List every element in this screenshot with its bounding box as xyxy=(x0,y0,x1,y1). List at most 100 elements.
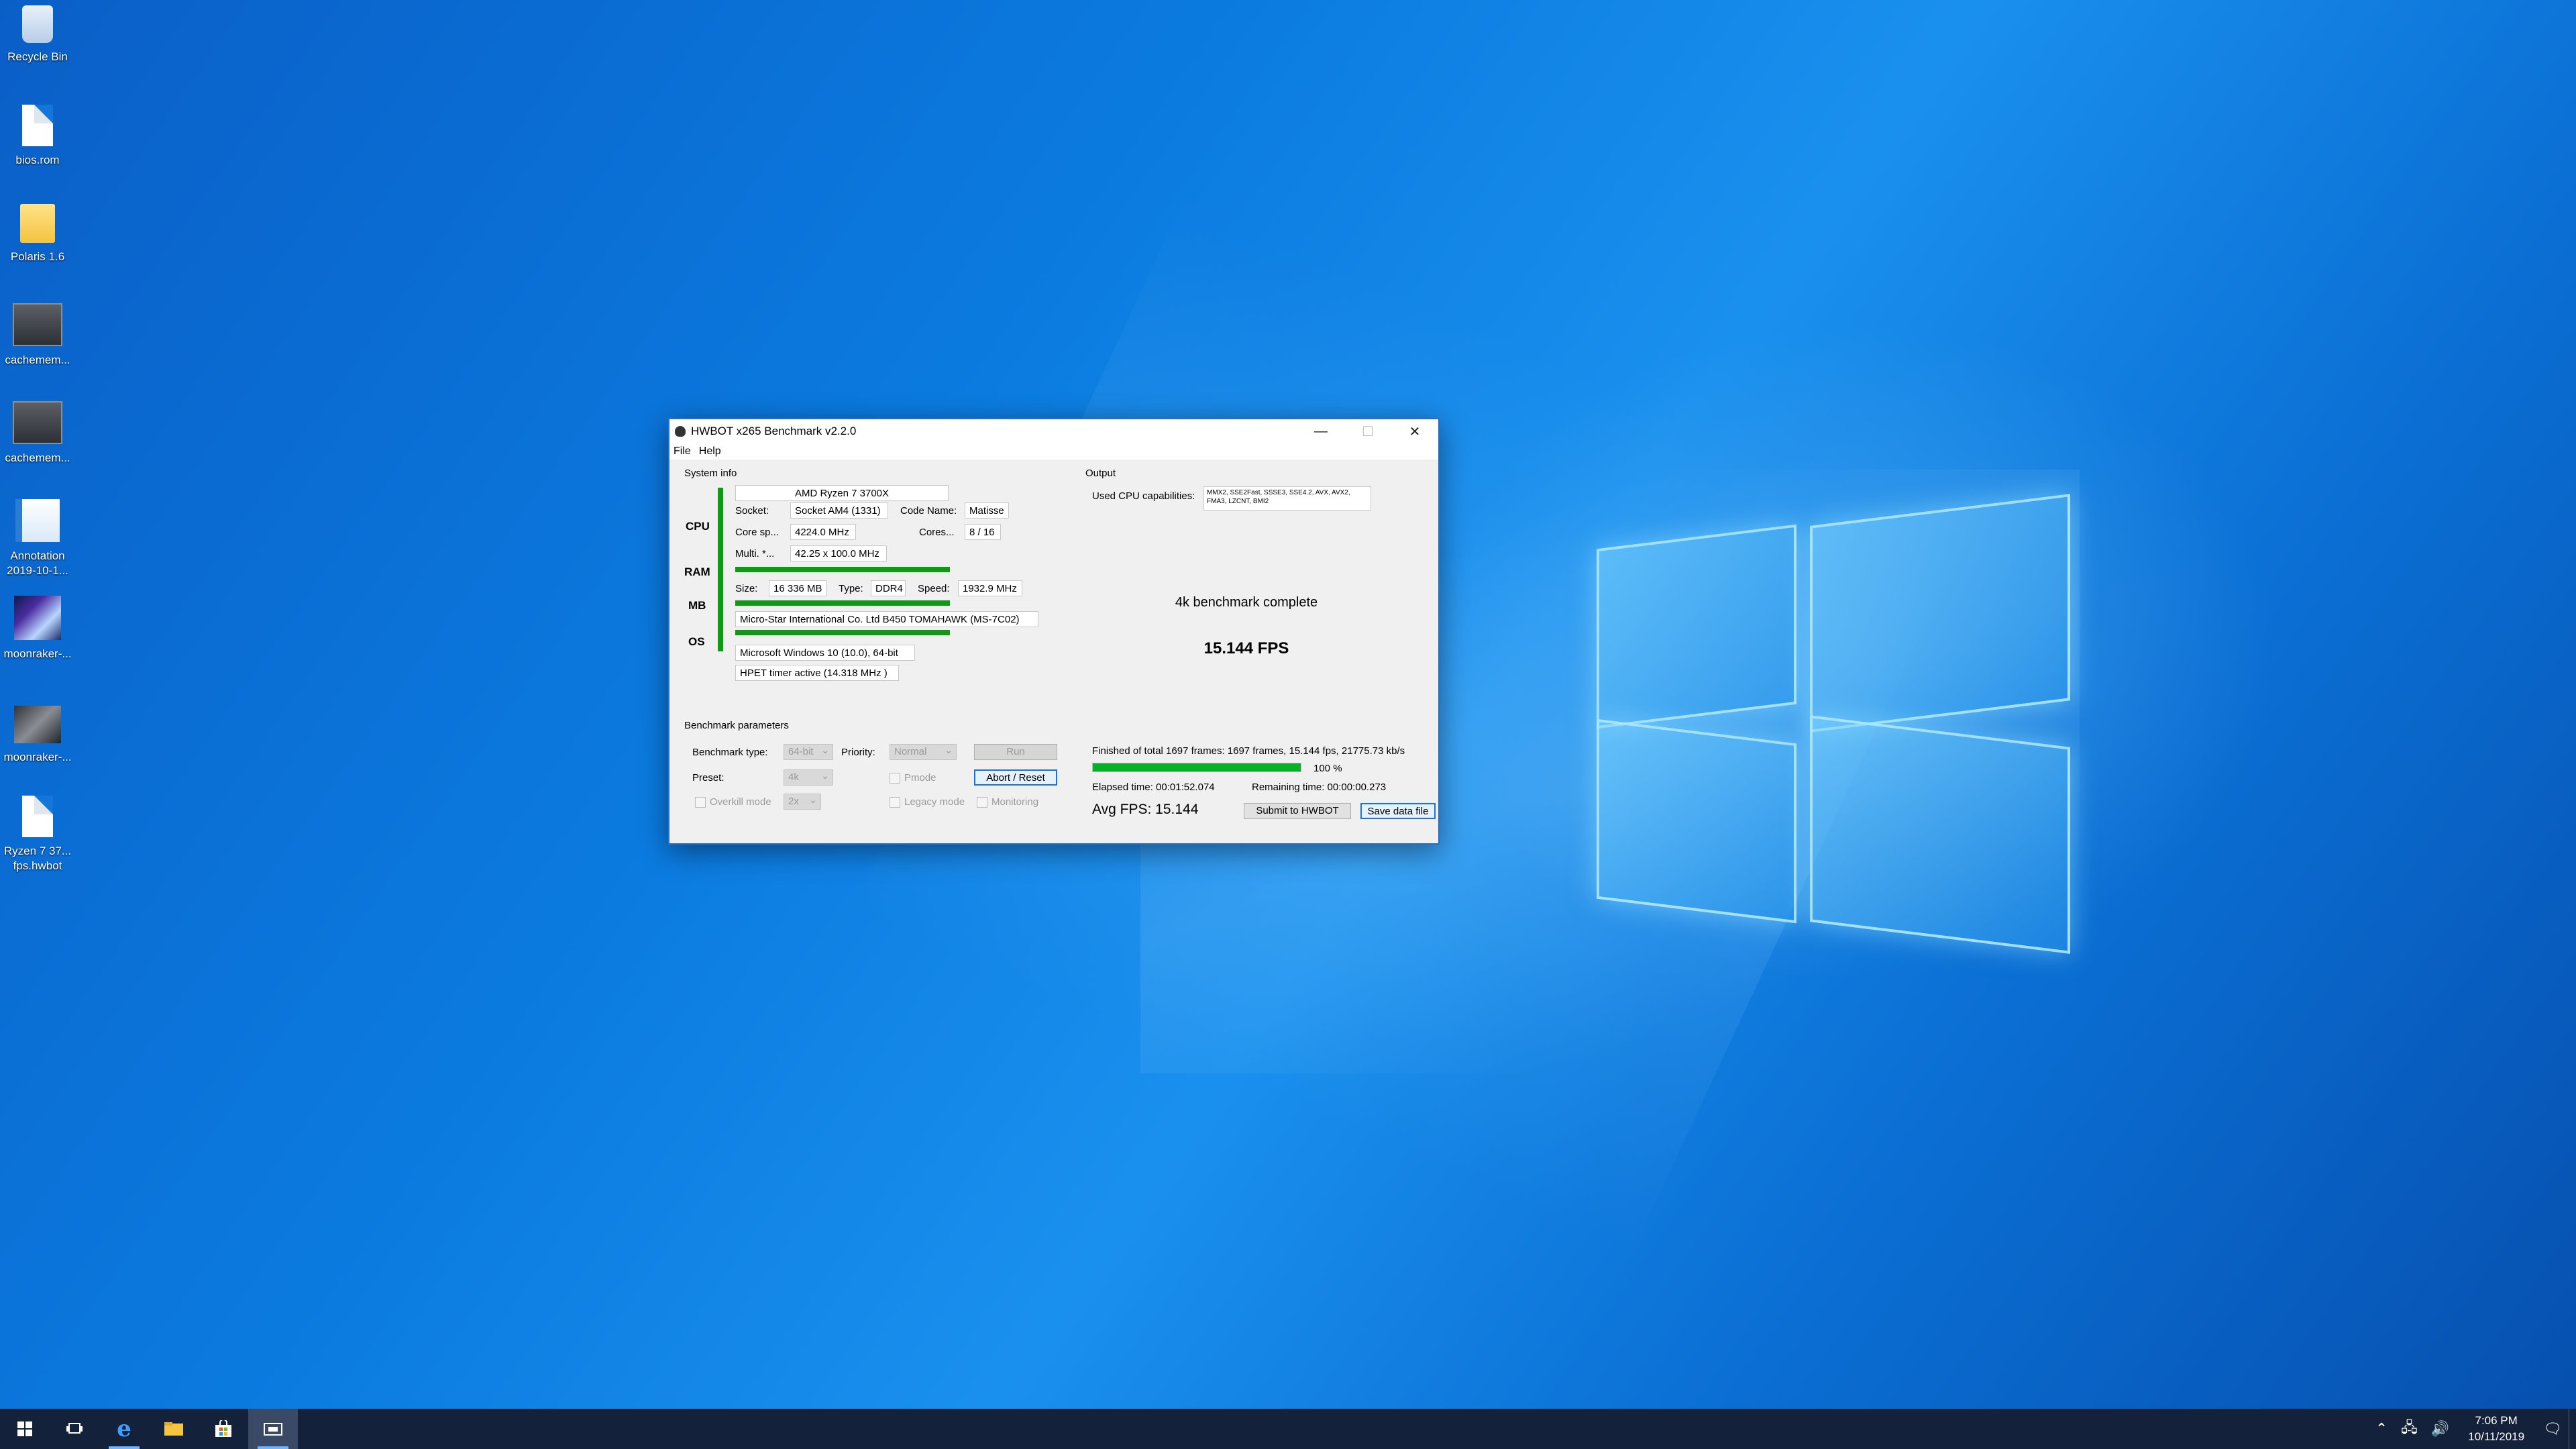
avg-fps: Avg FPS: 15.144 xyxy=(1092,802,1199,817)
desktop-icon-moonraker-1[interactable]: moonraker-... xyxy=(0,596,75,661)
desktop-icon-label: cachemem... xyxy=(5,451,70,464)
benchmark-status: 4k benchmark complete xyxy=(1175,595,1318,610)
overkill-select[interactable]: 2x xyxy=(784,792,821,810)
socket-field: Socket AM4 (1331) xyxy=(790,502,888,519)
task-view-button[interactable] xyxy=(50,1409,99,1449)
window-client: System info AMD Ryzen 7 3700X Socket: So… xyxy=(669,461,1438,843)
volume-icon[interactable]: 🔊 xyxy=(2431,1420,2449,1438)
logo-pane xyxy=(1597,524,1796,729)
monitoring-label: Monitoring xyxy=(991,796,1039,808)
window-title: HWBOT x265 Benchmark v2.2.0 xyxy=(691,425,857,437)
save-data-file-button[interactable]: Save data file xyxy=(1360,803,1436,819)
close-button[interactable]: ✕ xyxy=(1391,419,1438,443)
desktop-icon-annotation[interactable]: Annotation 2019-10-1... xyxy=(0,499,75,578)
monitoring-checkbox[interactable]: Monitoring xyxy=(977,796,1038,808)
progress-fill xyxy=(1093,763,1301,771)
system-info-heading: System info xyxy=(684,468,737,479)
benchmark-parameters-heading: Benchmark parameters xyxy=(684,720,789,731)
minimize-button[interactable]: — xyxy=(1297,419,1344,443)
preset-select[interactable]: 4k xyxy=(784,768,833,786)
desktop-icon-polaris[interactable]: Polaris 1.6 xyxy=(0,204,75,264)
side-label-os: OS xyxy=(688,635,705,648)
cpu-name-field: AMD Ryzen 7 3700X xyxy=(735,485,949,501)
overkill-label: Overkill mode xyxy=(710,796,771,808)
maximize-button[interactable]: ☐ xyxy=(1344,419,1391,443)
ram-type-field: DDR4 xyxy=(871,580,906,596)
file-icon xyxy=(22,105,53,146)
codename-field: Matisse xyxy=(965,502,1009,519)
elapsed-time: Elapsed time: 00:01:52.074 xyxy=(1092,782,1215,793)
priority-select[interactable]: Normal xyxy=(890,743,957,760)
edge-browser-icon: e xyxy=(117,1415,131,1442)
start-button[interactable] xyxy=(0,1409,50,1449)
legacy-mode-checkbox[interactable]: Legacy mode xyxy=(890,796,965,808)
checkbox-box xyxy=(890,796,900,808)
desktop-icon-cachemem-2[interactable]: cachemem... xyxy=(0,401,75,466)
desktop-icon-cachemem-1[interactable]: cachemem... xyxy=(0,303,75,368)
benchmark-progress-bar xyxy=(1092,763,1301,772)
desktop-icon-bios-rom[interactable]: bios.rom xyxy=(0,105,75,168)
multiplier-field: 42.25 x 100.0 MHz xyxy=(790,545,887,561)
menu-file[interactable]: File xyxy=(669,445,695,458)
hwbot-window[interactable]: HWBOT x265 Benchmark v2.2.0 — ☐ ✕ File H… xyxy=(668,418,1440,845)
desktop-icon-label: moonraker-... xyxy=(3,751,72,763)
fps-result: 15.144 FPS xyxy=(1203,639,1289,657)
checkbox-box xyxy=(695,796,706,808)
submit-to-hwbot-button[interactable]: Submit to HWBOT xyxy=(1244,803,1351,819)
network-icon[interactable]: 🖧 xyxy=(2401,1416,2418,1442)
desktop-icon-ryzen-hwbot[interactable]: Ryzen 7 37... fps.hwbot xyxy=(0,796,75,873)
clock-date: 10/11/2019 xyxy=(2468,1430,2525,1443)
os-field: Microsoft Windows 10 (10.0), 64-bit xyxy=(735,645,915,661)
cores-label: Cores... xyxy=(919,527,955,538)
file-explorer-icon xyxy=(164,1422,183,1436)
desktop-icon-label: Annotation 2019-10-1... xyxy=(7,549,68,577)
file-icon xyxy=(22,796,53,837)
logo-pane xyxy=(1810,494,2070,733)
task-view-icon xyxy=(66,1423,83,1434)
desktop-icon-moonraker-2[interactable]: moonraker-... xyxy=(0,706,75,765)
run-button[interactable]: Run xyxy=(974,744,1057,760)
store-icon xyxy=(215,1420,231,1437)
clock[interactable]: 7:06 PM 10/11/2019 xyxy=(2468,1413,2524,1445)
image-icon xyxy=(15,499,60,542)
taskbar-edge[interactable]: e xyxy=(99,1409,149,1449)
taskbar-hwbot[interactable] xyxy=(248,1409,298,1449)
abort-reset-button[interactable]: Abort / Reset xyxy=(974,769,1057,786)
menu-help[interactable]: Help xyxy=(695,445,725,458)
ram-speed-label: Speed: xyxy=(918,583,950,594)
hwbot-app-icon xyxy=(264,1423,282,1436)
image-icon xyxy=(14,706,61,743)
codename-label: Code Name: xyxy=(900,505,957,517)
socket-label: Socket: xyxy=(735,505,769,517)
taskbar-store[interactable] xyxy=(199,1409,248,1449)
side-label-ram: RAM xyxy=(684,566,710,578)
show-desktop-button[interactable] xyxy=(2569,1409,2576,1449)
desktop-icon-label: Recycle Bin xyxy=(7,50,68,63)
side-label-cpu: CPU xyxy=(686,520,710,533)
pmode-checkbox[interactable]: Pmode xyxy=(890,772,936,784)
chevron-up-icon[interactable]: ⌃ xyxy=(2375,1420,2387,1438)
timer-field: HPET timer active (14.318 MHz ) xyxy=(735,665,899,681)
menu-bar: File Help xyxy=(669,443,1438,460)
ram-speed-field: 1932.9 MHz xyxy=(958,580,1022,596)
overkill-checkbox[interactable]: Overkill mode xyxy=(695,796,771,808)
benchmark-type-select[interactable]: 64-bit xyxy=(784,743,833,760)
mb-bar xyxy=(735,630,950,635)
output-heading: Output xyxy=(1085,468,1116,479)
taskbar-file-explorer[interactable] xyxy=(149,1409,199,1449)
corespeed-field: 4224.0 MHz xyxy=(790,524,856,540)
desktop-icon-label: Polaris 1.6 xyxy=(10,250,65,263)
category-vertical-bar xyxy=(718,488,723,651)
title-bar[interactable]: HWBOT x265 Benchmark v2.2.0 — ☐ ✕ xyxy=(669,419,1438,443)
folder-icon xyxy=(20,204,55,243)
desktop-icon-label: moonraker-... xyxy=(3,647,72,660)
side-label-mb: MB xyxy=(688,599,706,612)
cpu-capabilities-label: Used CPU capabilities: xyxy=(1092,490,1195,502)
benchmark-type-label: Benchmark type: xyxy=(692,747,768,758)
notification-icon[interactable]: 🗨 xyxy=(2543,1420,2562,1438)
image-icon xyxy=(14,596,61,640)
desktop-icon-label: bios.rom xyxy=(15,154,60,166)
ram-type-label: Type: xyxy=(839,583,863,594)
desktop-icon-recycle-bin[interactable]: Recycle Bin xyxy=(0,5,75,64)
logo-pane xyxy=(1810,715,2070,954)
